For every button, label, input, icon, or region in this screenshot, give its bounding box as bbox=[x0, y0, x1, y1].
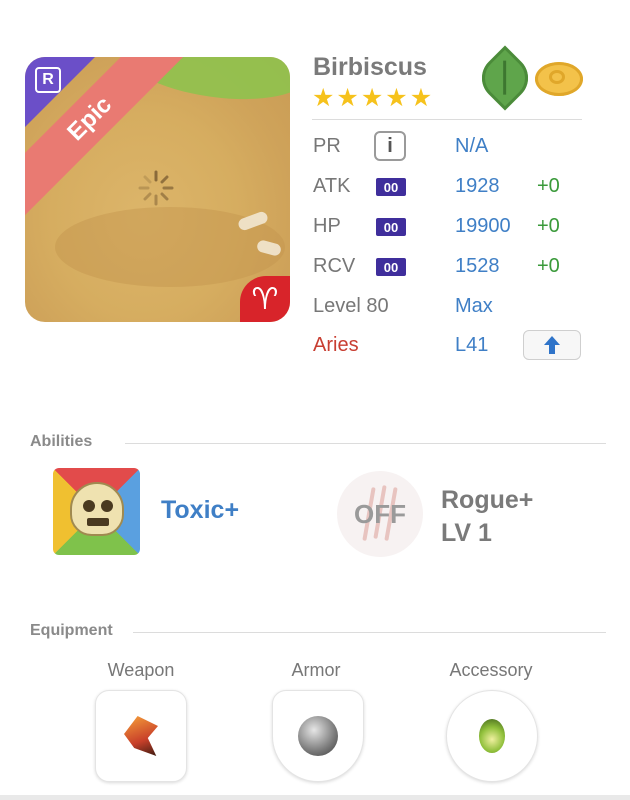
gem-accessory-icon bbox=[479, 719, 505, 753]
rarity-r-icon: R bbox=[35, 67, 61, 93]
skull-eye bbox=[101, 500, 113, 512]
stat-row-atk: ATK 00 1928 +0 bbox=[313, 171, 593, 201]
stat-plus-badge: 00 bbox=[376, 178, 406, 196]
weapon-slot[interactable] bbox=[95, 690, 187, 782]
bottom-edge bbox=[0, 795, 630, 800]
stat-value: 1528 bbox=[455, 255, 500, 277]
stat-label: PR bbox=[313, 135, 341, 157]
stat-plus-badge: 00 bbox=[376, 258, 406, 276]
stat-value: N/A bbox=[455, 135, 489, 157]
stat-label: HP bbox=[313, 215, 341, 237]
stat-value: 19900 bbox=[455, 215, 511, 237]
arrow-up-icon bbox=[544, 336, 560, 354]
stat-bonus: +0 bbox=[537, 255, 560, 277]
accessory-slot[interactable] bbox=[446, 690, 538, 782]
character-name: Birbiscus bbox=[313, 53, 427, 81]
equipment-header: Equipment bbox=[30, 622, 113, 639]
ability-name: Rogue+ LV 1 bbox=[441, 484, 533, 550]
leaf-element-icon bbox=[472, 45, 538, 111]
sign-label: Aries bbox=[313, 334, 359, 356]
star-icon: ★ bbox=[336, 84, 359, 112]
star-icon: ★ bbox=[385, 84, 408, 112]
armor-slot[interactable] bbox=[272, 690, 364, 782]
ability-off-label: OFF bbox=[354, 498, 406, 529]
sign-level-value: L41 bbox=[455, 334, 489, 356]
divider bbox=[125, 443, 606, 444]
star-rating: ★ ★ ★ ★ ★ bbox=[312, 86, 432, 111]
stat-value: 1928 bbox=[455, 175, 500, 197]
stat-label: RCV bbox=[313, 255, 356, 277]
star-icon: ★ bbox=[312, 84, 335, 112]
star-icon: ★ bbox=[409, 84, 433, 112]
aries-sign-icon: ♈ bbox=[240, 276, 290, 322]
stat-bonus: +0 bbox=[537, 215, 560, 237]
toxic-ability-icon[interactable] bbox=[53, 468, 140, 555]
wind-element-icon bbox=[535, 62, 583, 96]
stat-row-hp: HP 00 19900 +0 bbox=[313, 211, 593, 241]
ability-level-line: LV 1 bbox=[441, 519, 492, 547]
armor-label: Armor bbox=[291, 660, 341, 680]
sign-upgrade-button[interactable] bbox=[523, 330, 581, 360]
stat-plus-badge: 00 bbox=[376, 218, 406, 236]
divider bbox=[133, 632, 606, 633]
star-icon: ★ bbox=[360, 84, 384, 112]
skull-eye bbox=[83, 500, 95, 512]
level-label: Level 80 bbox=[313, 295, 389, 317]
skull-mouth bbox=[87, 518, 109, 526]
info-button[interactable]: i bbox=[374, 131, 406, 161]
divider bbox=[312, 119, 582, 120]
stat-row-sign: Aries L41 bbox=[313, 330, 593, 360]
stone-armor-icon bbox=[298, 716, 338, 756]
rogue-ability-icon[interactable]: OFF bbox=[337, 471, 423, 557]
stat-row-level: Level 80 Max bbox=[313, 291, 593, 321]
abilities-header: Abilities bbox=[30, 433, 93, 450]
weapon-label: Weapon bbox=[107, 660, 175, 680]
ability-name: Toxic+ bbox=[161, 496, 240, 524]
stat-row-pr: PR i N/A bbox=[313, 131, 593, 161]
ability-name-line: Rogue+ bbox=[441, 486, 534, 514]
skull-icon bbox=[70, 482, 124, 536]
stat-bonus: +0 bbox=[537, 175, 560, 197]
loading-spinner-icon bbox=[138, 170, 174, 206]
character-portrait[interactable]: Epic R ♈ bbox=[25, 57, 290, 322]
stat-row-rcv: RCV 00 1528 +0 bbox=[313, 251, 593, 281]
accessory-label: Accessory bbox=[449, 660, 533, 680]
stat-label: ATK bbox=[313, 175, 351, 197]
flame-weapon-icon bbox=[124, 716, 158, 756]
level-value: Max bbox=[455, 295, 493, 317]
